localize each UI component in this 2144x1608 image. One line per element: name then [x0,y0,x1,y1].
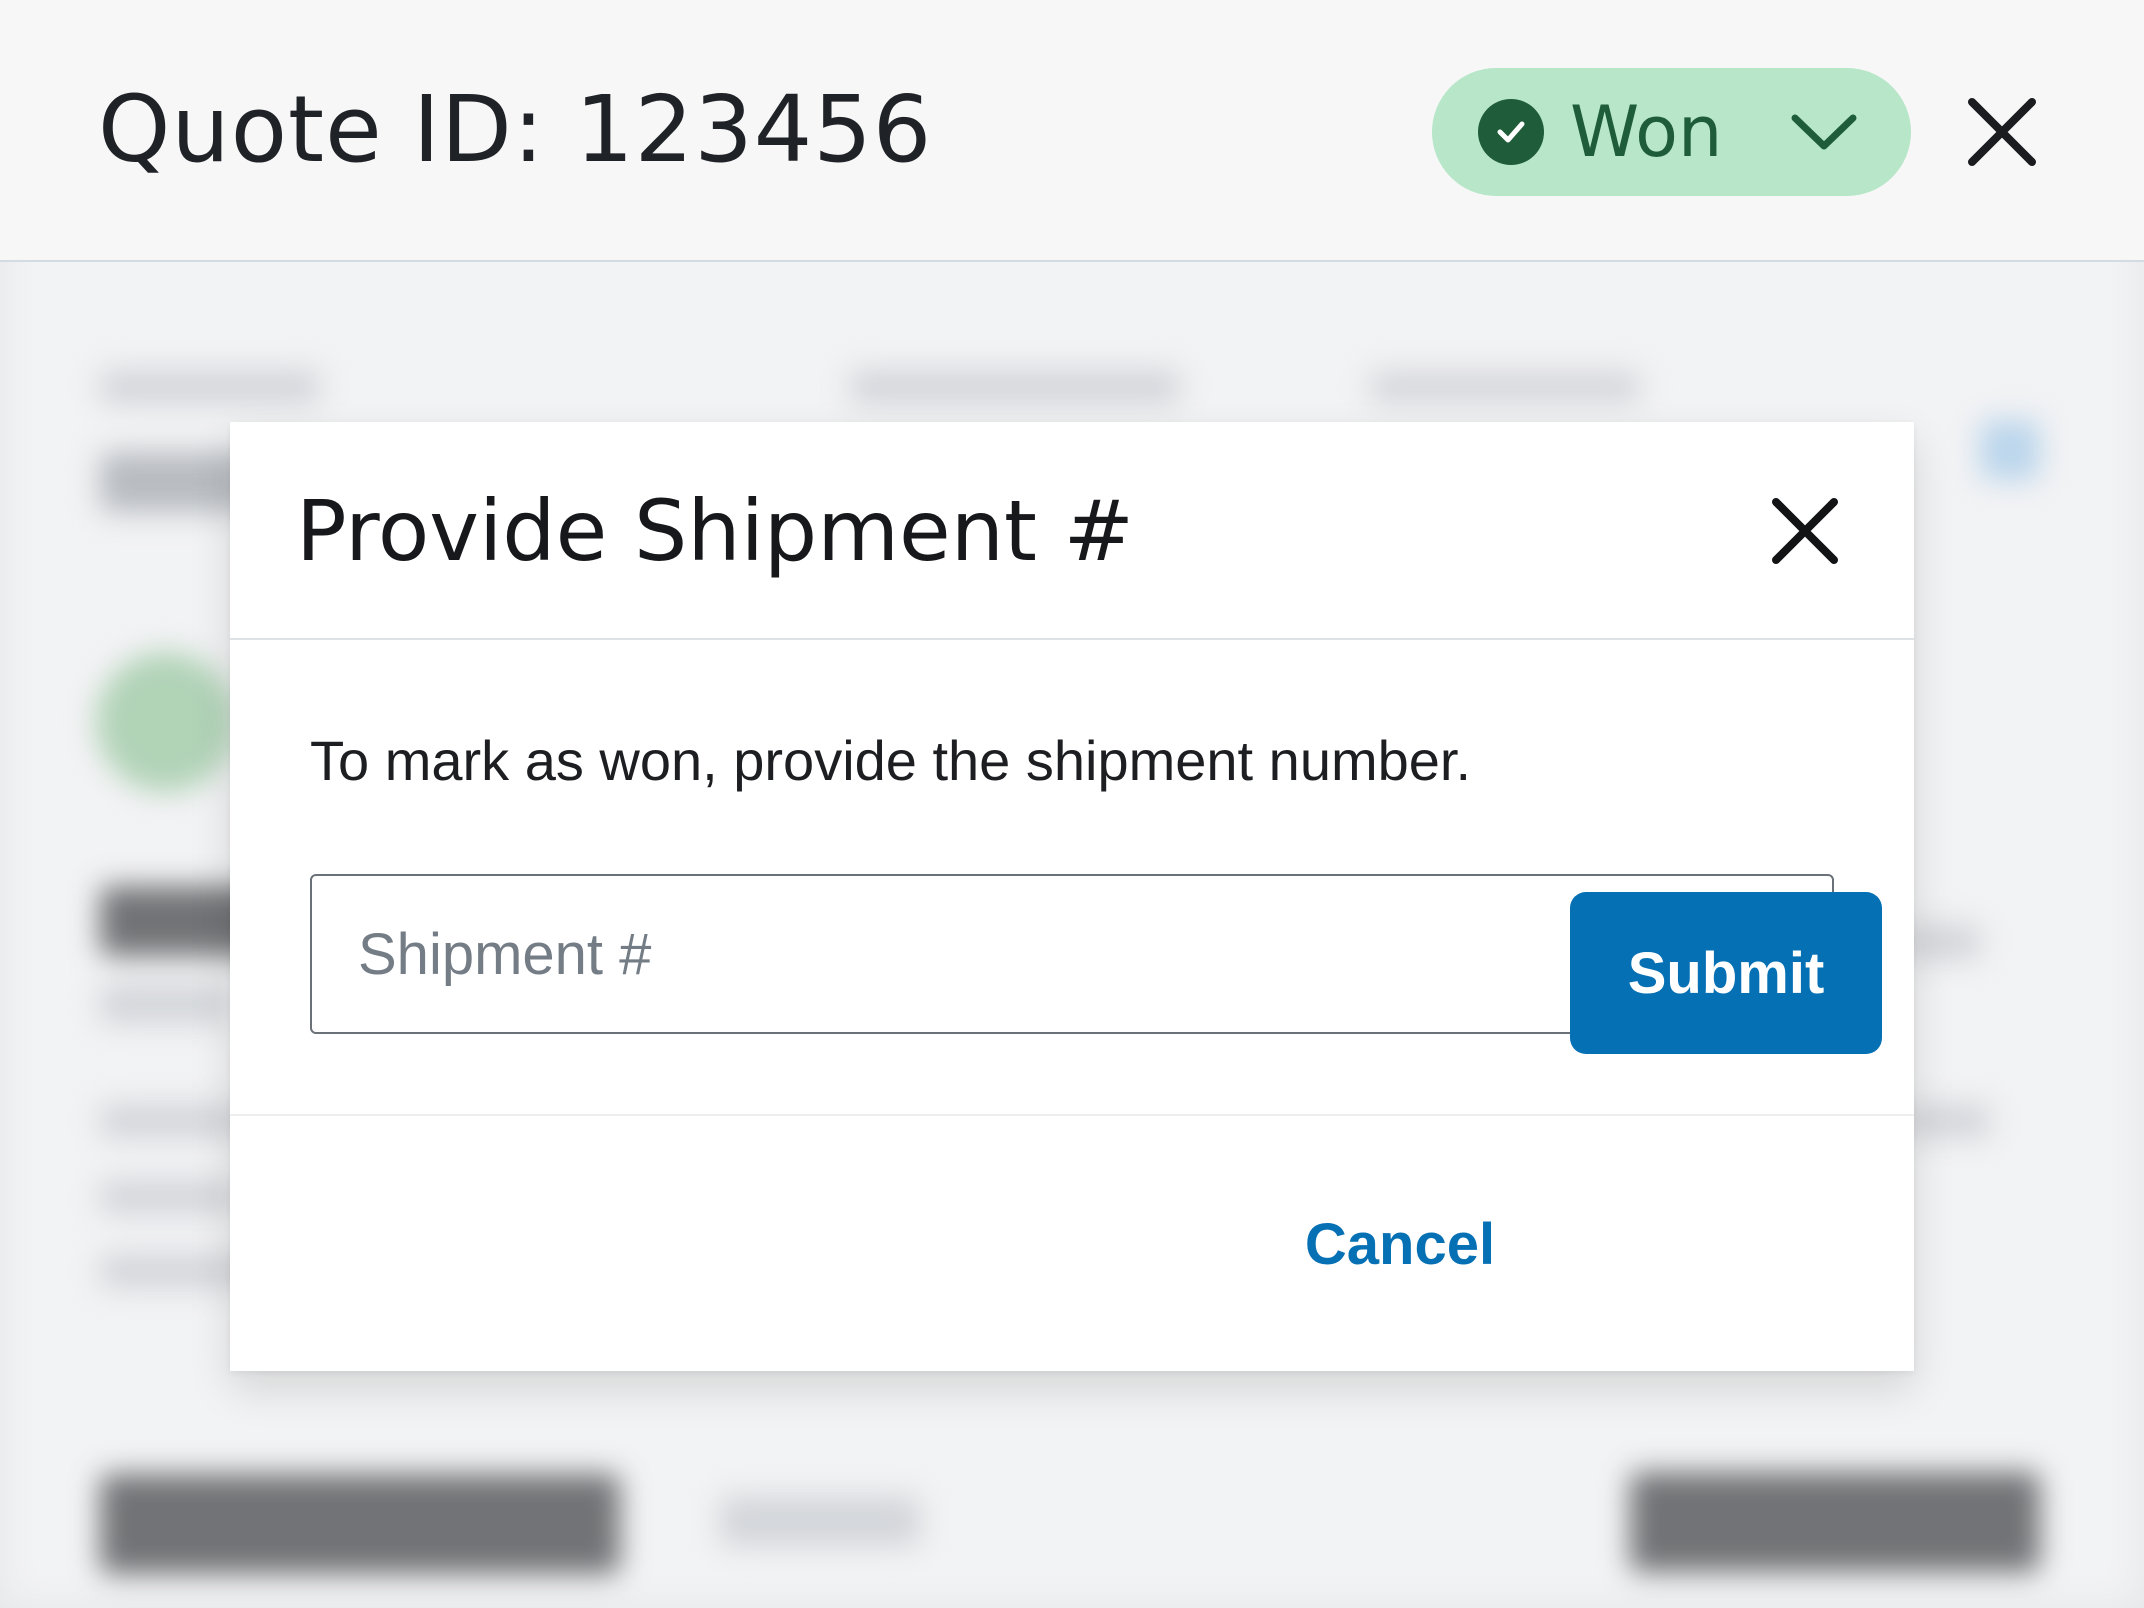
modal-message: To mark as won, provide the shipment num… [310,729,1472,792]
shipment-modal: Provide Shipment # To mark as won, provi… [230,422,1914,1371]
modal-footer: Cancel [230,1114,1914,1371]
chevron-down-icon [1789,108,1859,160]
status-label: Won [1570,91,1723,173]
close-icon[interactable] [1770,496,1840,570]
close-icon[interactable] [1966,96,2038,172]
quote-title: Quote ID: 123456 [98,76,933,183]
modal-title: Provide Shipment # [296,482,1134,580]
modal-header: Provide Shipment # [230,422,1914,640]
status-dropdown[interactable]: Won [1432,68,1911,196]
quote-header: Quote ID: 123456 Won [0,0,2144,262]
quote-panel: Quote ID: 123456 Won Provide Shipment # … [0,0,2144,1608]
cancel-button[interactable]: Cancel [1300,1204,1500,1284]
submit-button[interactable]: Submit [1570,892,1882,1054]
check-circle-icon [1478,99,1544,165]
